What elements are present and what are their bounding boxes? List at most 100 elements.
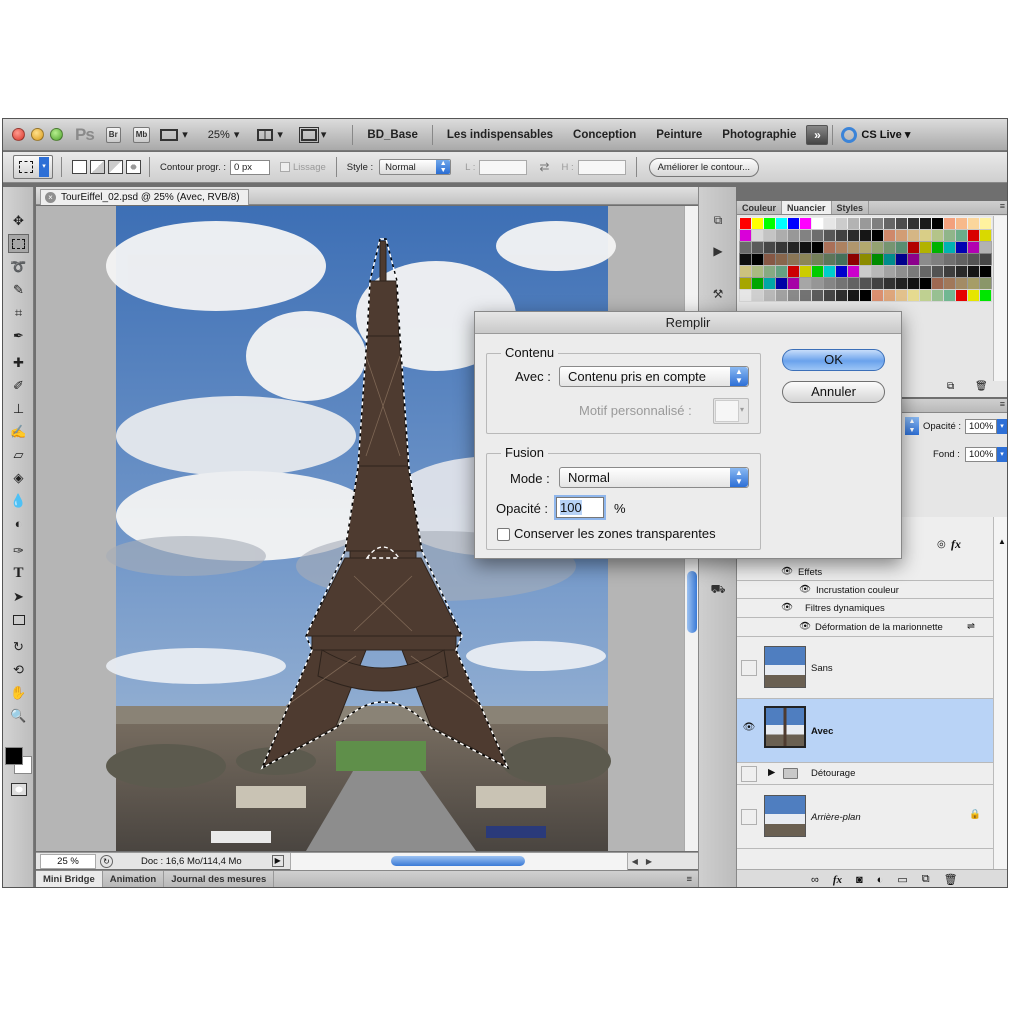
color-swatch[interactable]	[775, 277, 788, 290]
blend-mode-select[interactable]: ▲ ▼	[905, 417, 919, 435]
color-swatch[interactable]	[979, 289, 992, 302]
delete-swatch-icon[interactable]: 🗑	[975, 381, 988, 392]
color-swatch[interactable]	[847, 217, 860, 230]
scroll-right-arrow-icon[interactable]: ▶	[646, 857, 652, 866]
color-swatch[interactable]	[931, 277, 944, 290]
color-swatch[interactable]	[859, 277, 872, 290]
color-swatch[interactable]	[811, 289, 824, 302]
color-swatch[interactable]	[763, 229, 776, 242]
color-swatch[interactable]	[811, 253, 824, 266]
actions-panel-icon[interactable]: ▶	[706, 244, 730, 262]
adjustment-layer-icon[interactable]: ◐	[877, 874, 884, 886]
workspace-painting[interactable]: Peinture	[646, 129, 712, 141]
intersect-selection-icon[interactable]	[126, 160, 141, 174]
color-swatch[interactable]	[859, 253, 872, 266]
hand-tool-icon[interactable]: ✋	[8, 683, 29, 702]
swatches-scrollbar[interactable]	[993, 216, 1007, 381]
panel-menu-icon[interactable]: ≡	[1000, 399, 1005, 412]
color-swatch[interactable]	[907, 241, 920, 254]
tab-swatches[interactable]: Nuancier	[782, 201, 832, 214]
smart-filter-puppet-warp-row[interactable]: 👁 Déformation de la marionnette ⇌	[737, 618, 993, 637]
color-swatch[interactable]	[823, 229, 836, 242]
swap-dimensions-icon[interactable]: ⇄	[539, 160, 549, 174]
color-swatch[interactable]	[823, 217, 836, 230]
vertical-scroll-thumb[interactable]	[687, 571, 697, 633]
quick-selection-tool-icon[interactable]: ✎	[8, 280, 29, 299]
color-swatch[interactable]	[739, 241, 752, 254]
new-selection-icon[interactable]	[72, 160, 87, 174]
fill-arrow-icon[interactable]: ▾	[997, 447, 1007, 462]
color-swatch[interactable]	[859, 289, 872, 302]
color-swatch[interactable]	[799, 229, 812, 242]
effect-eye-icon[interactable]: 👁	[799, 584, 811, 595]
color-swatch[interactable]	[847, 241, 860, 254]
color-swatch[interactable]	[919, 229, 932, 242]
color-swatch[interactable]	[823, 253, 836, 266]
path-selection-tool-icon[interactable]: ➤	[8, 587, 29, 606]
custom-pattern-picker[interactable]: ▾	[713, 398, 749, 424]
color-swatch[interactable]	[775, 289, 788, 302]
color-swatch[interactable]	[979, 265, 992, 278]
healing-brush-tool-icon[interactable]: ✚	[8, 353, 29, 372]
color-swatch[interactable]	[967, 277, 980, 290]
color-swatch[interactable]	[979, 277, 992, 290]
new-layer-icon[interactable]: ⧉	[922, 873, 930, 886]
layer-row-sans[interactable]: Sans	[737, 637, 993, 699]
layer-visibility-toggle[interactable]	[741, 766, 757, 782]
color-swatch[interactable]	[967, 229, 980, 242]
color-swatch[interactable]	[751, 229, 764, 242]
pen-tool-icon[interactable]: ✑	[8, 541, 29, 560]
color-swatch[interactable]	[835, 241, 848, 254]
color-swatch[interactable]	[931, 253, 944, 266]
color-swatch[interactable]	[883, 253, 896, 266]
new-swatch-icon[interactable]: ⧉	[947, 381, 954, 392]
color-swatch[interactable]	[739, 229, 752, 242]
color-swatch[interactable]	[739, 217, 752, 230]
width-input[interactable]	[479, 159, 528, 175]
color-swatch[interactable]	[763, 253, 776, 266]
status-info-icon[interactable]: ↻	[100, 854, 113, 868]
shape-tool-icon[interactable]	[8, 610, 29, 629]
color-swatch[interactable]	[775, 241, 788, 254]
color-swatch[interactable]	[847, 289, 860, 302]
color-swatch[interactable]	[835, 289, 848, 302]
tab-animation[interactable]: Animation	[103, 871, 165, 887]
color-swatch[interactable]	[823, 265, 836, 278]
add-layer-style-icon[interactable]: fx	[833, 874, 842, 886]
color-swatch[interactable]	[811, 229, 824, 242]
color-swatch[interactable]	[787, 241, 800, 254]
color-swatch[interactable]	[751, 253, 764, 266]
color-swatch[interactable]	[955, 229, 968, 242]
color-swatch[interactable]	[835, 265, 848, 278]
color-swatch[interactable]	[931, 265, 944, 278]
color-swatch[interactable]	[787, 253, 800, 266]
brush-panel-icon[interactable]: ⚒	[706, 287, 730, 305]
color-swatch[interactable]	[979, 241, 992, 254]
color-swatch[interactable]	[895, 241, 908, 254]
new-group-icon[interactable]: ▭	[897, 873, 907, 886]
color-swatch[interactable]	[919, 289, 932, 302]
color-swatch[interactable]	[847, 229, 860, 242]
screen-mode-dropdown[interactable]: ▾	[160, 128, 188, 141]
color-swatch[interactable]	[967, 217, 980, 230]
cancel-button[interactable]: Annuler	[782, 381, 885, 403]
color-swatch[interactable]	[943, 229, 956, 242]
color-swatch[interactable]	[739, 265, 752, 278]
more-workspaces-button[interactable]: »	[806, 124, 829, 145]
color-swatch[interactable]	[883, 217, 896, 230]
color-swatch[interactable]	[943, 265, 956, 278]
panel-menu-icon[interactable]: ≡	[686, 871, 692, 887]
add-selection-icon[interactable]	[90, 160, 105, 174]
color-swatch[interactable]	[931, 241, 944, 254]
color-swatch[interactable]	[787, 265, 800, 278]
status-menu-arrow-icon[interactable]: ▶	[271, 855, 284, 867]
smart-filters-eye-icon[interactable]: 👁	[781, 602, 793, 613]
paint-bucket-tool-icon[interactable]: ◈	[8, 468, 29, 487]
crop-tool-icon[interactable]: ⌗	[8, 303, 29, 322]
height-input[interactable]	[577, 159, 626, 175]
color-swatch[interactable]	[955, 265, 968, 278]
color-swatch[interactable]	[811, 241, 824, 254]
color-swatch[interactable]	[751, 277, 764, 290]
layer-effects-fx-icon[interactable]: fx	[951, 537, 961, 552]
color-swatch[interactable]	[811, 217, 824, 230]
